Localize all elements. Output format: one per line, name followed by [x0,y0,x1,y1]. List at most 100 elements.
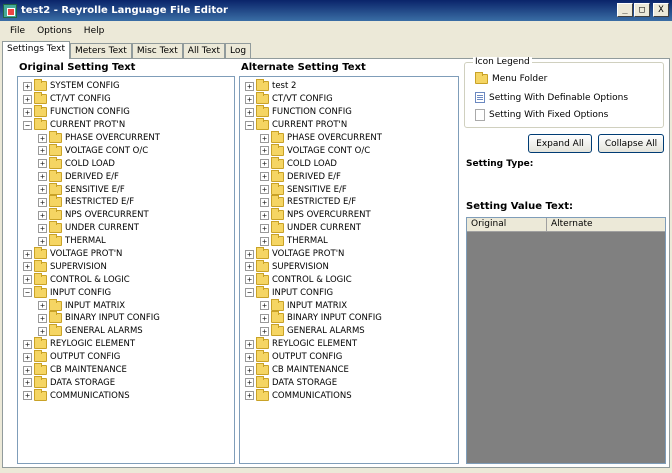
tree-item[interactable]: − INPUT CONFIG [240,285,458,299]
tree-item[interactable]: + INPUT MATRIX [240,298,458,312]
expand-icon[interactable]: + [38,197,47,207]
expand-icon[interactable]: + [245,352,254,362]
tree-item[interactable]: + SENSITIVE E/F [18,182,234,196]
expand-icon[interactable]: + [23,81,32,91]
expand-icon[interactable]: + [245,262,254,272]
expand-icon[interactable]: + [38,210,47,220]
expand-icon[interactable]: + [38,301,47,311]
menu-options[interactable]: Options [31,26,78,36]
collapse-all-button[interactable]: Collapse All [598,134,664,153]
expand-icon[interactable]: + [23,262,32,272]
tree-item[interactable]: + CB MAINTENANCE [240,363,458,377]
tree-item[interactable]: + UNDER CURRENT [240,221,458,235]
collapse-icon[interactable]: − [245,288,254,298]
expand-icon[interactable]: + [23,365,32,375]
tree-item[interactable]: + GENERAL ALARMS [240,324,458,338]
tree-item[interactable]: + PHASE OVERCURRENT [18,131,234,145]
expand-icon[interactable]: + [260,133,269,143]
collapse-icon[interactable]: − [23,120,32,130]
tree-item[interactable]: + SUPERVISION [18,259,234,273]
tree-item[interactable]: + UNDER CURRENT [18,221,234,235]
tree-item[interactable]: + COMMUNICATIONS [240,388,458,402]
tab-all-text[interactable]: All Text [182,43,226,59]
expand-icon[interactable]: + [245,378,254,388]
menu-file[interactable]: File [4,26,31,36]
tree-item[interactable]: + CT/VT CONFIG [18,92,234,106]
expand-icon[interactable]: + [260,236,269,246]
tree-item[interactable]: + SUPERVISION [240,259,458,273]
maximize-button[interactable]: □ [634,3,650,17]
expand-icon[interactable]: + [23,391,32,401]
expand-icon[interactable]: + [38,159,47,169]
expand-icon[interactable]: + [23,249,32,259]
alternate-tree[interactable]: + test 2 + CT/VT CONFIG + FUNCTION CONFIG − CUR… [239,76,459,464]
tree-item[interactable]: + VOLTAGE PROT'N [240,247,458,261]
expand-icon[interactable]: + [23,378,32,388]
tree-item[interactable]: + PHASE OVERCURRENT [240,131,458,145]
expand-icon[interactable]: + [245,391,254,401]
tree-item[interactable]: + CT/VT CONFIG [240,92,458,106]
expand-icon[interactable]: + [260,172,269,182]
tree-item[interactable]: + OUTPUT CONFIG [18,350,234,364]
tree-item[interactable]: + BINARY INPUT CONFIG [18,311,234,325]
expand-icon[interactable]: + [245,94,254,104]
expand-icon[interactable]: + [245,249,254,259]
column-original[interactable]: Original [467,218,547,231]
setting-value-table[interactable]: Original Alternate [466,217,666,464]
tree-item[interactable]: + DERIVED E/F [240,169,458,183]
tree-item[interactable]: + CONTROL & LOGIC [240,272,458,286]
expand-icon[interactable]: + [245,81,254,91]
expand-icon[interactable]: + [23,275,32,285]
expand-icon[interactable]: + [23,107,32,117]
tree-item[interactable]: + FUNCTION CONFIG [18,105,234,119]
tree-item[interactable]: − CURRENT PROT'N [18,118,234,132]
expand-icon[interactable]: + [245,365,254,375]
tree-item[interactable]: + COLD LOAD [18,156,234,170]
expand-icon[interactable]: + [260,197,269,207]
tree-item[interactable]: + RESTRICTED E/F [18,195,234,209]
expand-icon[interactable]: + [38,172,47,182]
tree-item[interactable]: + DERIVED E/F [18,169,234,183]
title-bar[interactable]: test2 - Reyrolle Language File Editor _ … [0,0,672,21]
expand-icon[interactable]: + [260,185,269,195]
expand-icon[interactable]: + [23,339,32,349]
tab-log[interactable]: Log [225,43,252,59]
tree-item[interactable]: + test 2 [240,79,458,93]
tree-item[interactable]: + NPS OVERCURRENT [18,208,234,222]
expand-icon[interactable]: + [260,210,269,220]
tree-item[interactable]: + THERMAL [240,234,458,248]
expand-icon[interactable]: + [245,339,254,349]
expand-icon[interactable]: + [38,185,47,195]
expand-icon[interactable]: + [23,352,32,362]
tree-item[interactable]: + REYLOGIC ELEMENT [240,337,458,351]
expand-icon[interactable]: + [260,146,269,156]
expand-icon[interactable]: + [38,146,47,156]
tree-item[interactable]: − INPUT CONFIG [18,285,234,299]
tree-item[interactable]: + THERMAL [18,234,234,248]
original-tree[interactable]: + SYSTEM CONFIG + CT/VT CONFIG + FUNCTION CON… [17,76,235,464]
tree-item[interactable]: + SENSITIVE E/F [240,182,458,196]
menu-help[interactable]: Help [78,26,111,36]
tree-item[interactable]: + COMMUNICATIONS [18,388,234,402]
expand-icon[interactable]: + [260,326,269,336]
tree-item[interactable]: + COLD LOAD [240,156,458,170]
expand-icon[interactable]: + [260,159,269,169]
tree-item[interactable]: + INPUT MATRIX [18,298,234,312]
tree-item[interactable]: + VOLTAGE PROT'N [18,247,234,261]
column-alternate[interactable]: Alternate [547,218,665,231]
tree-item[interactable]: + SYSTEM CONFIG [18,79,234,93]
tree-item[interactable]: + BINARY INPUT CONFIG [240,311,458,325]
expand-icon[interactable]: + [38,236,47,246]
expand-icon[interactable]: + [260,313,269,323]
tree-item[interactable]: + REYLOGIC ELEMENT [18,337,234,351]
tree-item[interactable]: + VOLTAGE CONT O/C [240,143,458,157]
tab-settings-text[interactable]: Settings Text [2,41,70,59]
tree-item[interactable]: + CONTROL & LOGIC [18,272,234,286]
close-button[interactable]: X [653,3,669,17]
minimize-button[interactable]: _ [617,3,633,17]
expand-icon[interactable]: + [38,313,47,323]
expand-all-button[interactable]: Expand All [528,134,592,153]
expand-icon[interactable]: + [38,133,47,143]
expand-icon[interactable]: + [260,223,269,233]
tree-item[interactable]: + RESTRICTED E/F [240,195,458,209]
